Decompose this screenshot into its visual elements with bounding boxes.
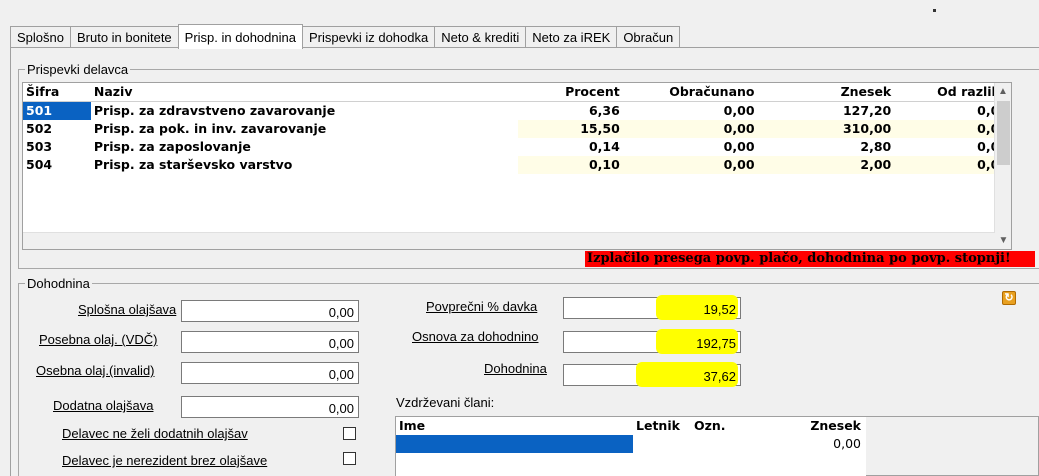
scrollbar-thumb[interactable] [997, 101, 1010, 165]
nerezident-label[interactable]: Delavec je nerezident brez olajšave [62, 453, 267, 468]
cell-sifra[interactable]: 503 [23, 138, 91, 156]
prispevki-group-label: Prispevki delavca [25, 62, 131, 77]
posebna-olajsava-label[interactable]: Posebna olaj. (VDČ) [39, 332, 158, 347]
warning-message: Izplačilo presega povp. plačo, dohodnina… [585, 251, 1035, 267]
cell-procent[interactable]: 6,36 [518, 102, 623, 120]
cell-letnik[interactable] [633, 435, 691, 453]
ne-zeli-dodatnih-checkbox[interactable] [343, 427, 356, 440]
table-row[interactable]: 0,00 [396, 435, 866, 453]
table-row[interactable]: 504 Prisp. za starševsko varstvo 0,10 0,… [23, 156, 1011, 174]
dohodnina-label[interactable]: Dohodnina [484, 361, 547, 376]
cell-znesek[interactable]: 2,80 [758, 138, 895, 156]
osebna-olajsava-label[interactable]: Osebna olaj.(invalid) [36, 363, 155, 378]
tab-bar: Splošno Bruto in bonitete Prisp. in doho… [10, 24, 681, 49]
dodatna-olajsava-value: 0,00 [328, 401, 354, 416]
povprecni-davek-label[interactable]: Povprečni % davka [426, 299, 537, 314]
col-letnik[interactable]: Letnik [633, 417, 691, 435]
dodatna-olajsava-label[interactable]: Dodatna olajšava [53, 398, 153, 413]
col-ozn[interactable]: Ozn. [691, 417, 771, 435]
cell-znesek[interactable]: 2,00 [757, 156, 895, 174]
tab-bruto-in-bonitete[interactable]: Bruto in bonitete [69, 26, 179, 48]
grid-horizontal-scrollbar[interactable] [23, 232, 995, 249]
table-row[interactable]: 501 Prisp. za zdravstveno zavarovanje 6,… [23, 102, 1011, 120]
osnova-za-dohodnino-label[interactable]: Osnova za dohodnino [412, 329, 538, 344]
cell-naziv[interactable]: Prisp. za pok. in inv. zavarovanje [91, 120, 518, 138]
dohodnina-value: 37,62 [703, 369, 736, 384]
tab-splosno[interactable]: Splošno [10, 26, 71, 48]
grid-header: Šifra Naziv Procent Obračunano Znesek Od… [23, 83, 1011, 102]
cell-obracunano[interactable]: 0,00 [623, 138, 758, 156]
table-row[interactable]: 503 Prisp. za zaposlovanje 0,14 0,00 2,8… [23, 138, 1011, 156]
dohodnina-group-label: Dohodnina [25, 276, 92, 291]
cell-naziv[interactable]: Prisp. za starševsko varstvo [91, 156, 518, 174]
povprecni-davek-value: 19,52 [703, 302, 736, 317]
table-row[interactable]: 502 Prisp. za pok. in inv. zavarovanje 1… [23, 120, 1011, 138]
col-naziv[interactable]: Naziv [91, 83, 518, 101]
cell-ime[interactable] [396, 435, 633, 453]
cell-procent[interactable]: 0,10 [517, 156, 623, 174]
splosna-olajsava-value: 0,00 [328, 305, 354, 320]
col-ime[interactable]: Ime [396, 417, 633, 435]
osebna-olajsava-field[interactable]: 0,00 [181, 362, 359, 384]
cell-sifra[interactable]: 502 [23, 120, 91, 138]
splosna-olajsava-label[interactable]: Splošna olajšava [78, 302, 176, 317]
col-obracunano[interactable]: Obračunano [623, 83, 758, 101]
col-procent[interactable]: Procent [518, 83, 623, 101]
tab-prisp-in-dohodnina[interactable]: Prisp. in dohodnina [177, 24, 303, 49]
chevron-down-icon[interactable]: ▼ [995, 232, 1012, 249]
cell-obracunano[interactable]: 0,00 [622, 156, 758, 174]
cell-ozn[interactable] [691, 435, 771, 453]
osnova-za-dohodnino-value: 192,75 [696, 336, 736, 351]
vzdrzevani-clani-grid: Ime Letnik Ozn. Znesek 0,00 [395, 416, 1039, 476]
cell-naziv[interactable]: Prisp. za zaposlovanje [91, 138, 518, 156]
cell-naziv[interactable]: Prisp. za zdravstveno zavarovanje [91, 102, 518, 120]
vzdrzevani-header: Ime Letnik Ozn. Znesek [396, 417, 866, 435]
nerezident-checkbox[interactable] [343, 452, 356, 465]
cell-sifra[interactable]: 504 [23, 156, 91, 174]
posebna-olajsava-value: 0,00 [328, 336, 354, 351]
tab-prispevki-iz-dohodka[interactable]: Prispevki iz dohodka [301, 26, 436, 48]
tab-neto-krediti[interactable]: Neto & krediti [434, 26, 527, 48]
col-znesek[interactable]: Znesek [758, 83, 895, 101]
tab-neto-za-irek[interactable]: Neto za iREK [525, 26, 618, 48]
cell-procent[interactable]: 15,50 [517, 120, 623, 138]
dohodnina-field[interactable]: 37,62 [563, 362, 741, 387]
osebna-olajsava-value: 0,00 [328, 367, 354, 382]
vzdrzevani-clani-label: Vzdrževani člani: [396, 395, 495, 410]
chevron-up-icon[interactable]: ▲ [995, 83, 1011, 100]
cell-znesek[interactable]: 0,00 [771, 435, 864, 453]
prispevki-grid: Šifra Naziv Procent Obračunano Znesek Od… [22, 82, 1012, 250]
cell-znesek[interactable]: 127,20 [758, 102, 895, 120]
osnova-za-dohodnino-field[interactable]: 192,75 [563, 329, 741, 354]
posebna-olajsava-field[interactable]: 0,00 [181, 331, 359, 353]
refresh-icon[interactable]: ↻ [1002, 291, 1016, 305]
window-top-strip [0, 0, 1039, 20]
splosna-olajsava-field[interactable]: 0,00 [181, 300, 359, 322]
cell-obracunano[interactable]: 0,00 [622, 120, 758, 138]
dot-mark [933, 9, 936, 12]
dodatna-olajsava-field[interactable]: 0,00 [181, 396, 359, 418]
col-znesek[interactable]: Znesek [771, 417, 864, 435]
povprecni-davek-field[interactable]: 19,52 [563, 295, 741, 320]
cell-znesek[interactable]: 310,00 [757, 120, 895, 138]
cell-obracunano[interactable]: 0,00 [623, 102, 758, 120]
ne-zeli-dodatnih-label[interactable]: Delavec ne želi dodatnih olajšav [62, 426, 248, 441]
col-sifra[interactable]: Šifra [23, 83, 91, 101]
grid-vertical-scrollbar[interactable]: ▲ ▼ [994, 83, 1011, 249]
cell-sifra[interactable]: 501 [23, 102, 91, 120]
vzdrzevani-grid-body: Ime Letnik Ozn. Znesek 0,00 [396, 417, 866, 476]
tab-obracun[interactable]: Obračun [616, 26, 681, 48]
cell-procent[interactable]: 0,14 [518, 138, 623, 156]
